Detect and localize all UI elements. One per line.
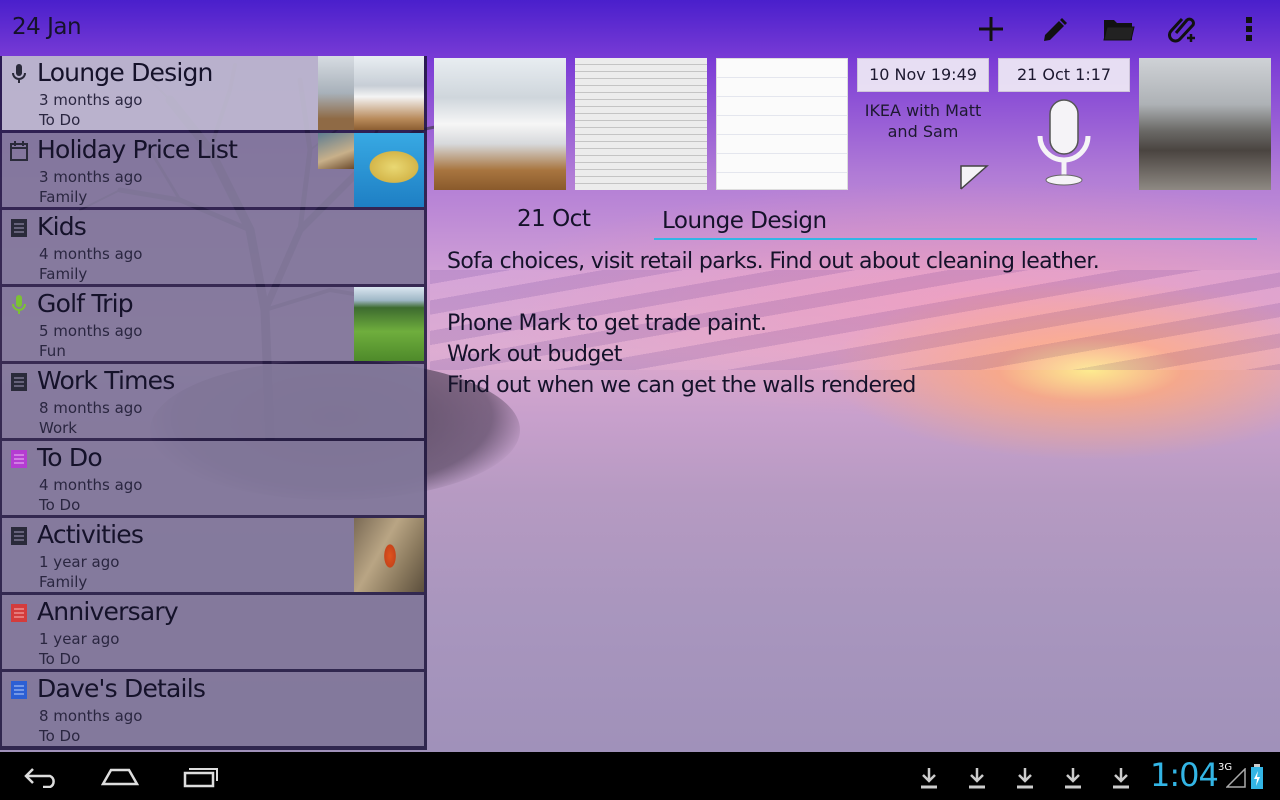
list-item-golf-trip[interactable]: Golf Trip 5 months ago Fun: [2, 287, 424, 361]
note-title-field[interactable]: [654, 204, 1257, 240]
note-category: Family: [39, 265, 88, 283]
folder-icon: [1103, 20, 1135, 41]
text-note-attachment[interactable]: 10 Nov 19:49 IKEA with Matt and Sam: [857, 58, 989, 190]
note-category: Family: [39, 573, 88, 591]
map-thumbnail-image: [354, 133, 424, 207]
plus-icon: [979, 17, 1003, 41]
note-age: 8 months ago: [39, 707, 143, 725]
attachment-timestamp: 10 Nov 19:49: [857, 58, 989, 92]
back-icon: [24, 768, 55, 788]
home-icon: [101, 768, 139, 786]
note-title: Holiday Price List: [37, 135, 238, 164]
note-body-editor[interactable]: Sofa choices, visit retail parks. Find o…: [447, 246, 1267, 401]
note-age: 4 months ago: [39, 476, 143, 494]
note-category: Work: [39, 419, 77, 437]
text-note-icon: [11, 604, 27, 622]
text-note-icon: [11, 527, 27, 545]
note-category: To Do: [39, 727, 81, 745]
list-item-work-times[interactable]: Work Times 8 months ago Work: [2, 364, 424, 438]
download-icon: [1065, 768, 1081, 789]
note-category: To Do: [39, 650, 81, 668]
note-body-line: Phone Mark to get trade paint.: [447, 311, 767, 336]
action-bar: 24 Jan: [0, 0, 1280, 56]
list-item-activities[interactable]: Activities 1 year ago Family: [2, 518, 424, 592]
note-age: 8 months ago: [39, 399, 143, 417]
note-age: 3 months ago: [39, 168, 143, 186]
note-category: Family: [39, 188, 88, 206]
download-icon: [1113, 768, 1129, 789]
note-title: Kids: [37, 212, 87, 241]
note-title: Work Times: [37, 366, 175, 395]
note-age: 1 year ago: [39, 630, 120, 648]
note-body-line: Work out budget: [447, 342, 622, 367]
battery-charging-icon: [1251, 764, 1263, 789]
signal-icon: [1226, 768, 1246, 788]
recent-apps-button[interactable]: [182, 762, 220, 792]
lounge-photo-attachment[interactable]: [1139, 58, 1271, 190]
receipt-photo-attachment[interactable]: [575, 58, 707, 190]
paperclip-add-icon: [1168, 17, 1195, 43]
home-button[interactable]: [100, 762, 140, 792]
golf-course-thumbnail: [354, 287, 424, 361]
list-item-lounge-design[interactable]: Lounge Design 3 months ago To Do: [2, 56, 424, 130]
attachment-caption: IKEA with Matt and Sam: [864, 101, 982, 141]
attachment-timestamp: 21 Oct 1:17: [998, 58, 1130, 92]
calendar-icon: [10, 141, 28, 161]
note-category: To Do: [39, 496, 81, 514]
attachments-strip: 10 Nov 19:49 IKEA with Matt and Sam 21 O…: [430, 56, 1280, 196]
download-icon: [1017, 768, 1033, 789]
notes-list: Lounge Design 3 months ago To Do Holiday…: [0, 56, 427, 750]
list-item-kids[interactable]: Kids 4 months ago Family: [2, 210, 424, 284]
note-body-line: Sofa choices, visit retail parks. Find o…: [447, 249, 1100, 274]
list-item-to-do[interactable]: To Do 4 months ago To Do: [2, 441, 424, 515]
note-date: 21 Oct: [517, 206, 591, 232]
system-navigation-bar: 1:04 3G: [0, 752, 1280, 800]
microphone-icon: [1037, 99, 1091, 186]
note-title: Lounge Design: [37, 58, 213, 87]
kitchen-photo-attachment[interactable]: [434, 58, 566, 190]
note-age: 3 months ago: [39, 91, 143, 109]
thumbnail-image: [318, 133, 354, 169]
note-age: 5 months ago: [39, 322, 143, 340]
list-item-daves-details[interactable]: Dave's Details 8 months ago To Do: [2, 672, 424, 746]
note-body-line: [447, 277, 1267, 308]
overflow-menu-button[interactable]: [1232, 12, 1266, 46]
edit-button[interactable]: [1038, 12, 1072, 46]
note-body-line: Find out when we can get the walls rende…: [447, 373, 916, 398]
note-title: Activities: [37, 520, 144, 549]
add-note-button[interactable]: [974, 12, 1008, 46]
page-curl-icon: [960, 165, 989, 190]
note-title: Golf Trip: [37, 289, 134, 318]
attach-button[interactable]: [1166, 12, 1200, 46]
voice-recording-attachment[interactable]: 21 Oct 1:17: [998, 58, 1130, 190]
download-icon: [921, 768, 937, 789]
note-category: To Do: [39, 111, 81, 129]
price-list-attachment[interactable]: [716, 58, 848, 190]
download-icon: [969, 768, 985, 789]
list-item-holiday-price-list[interactable]: Holiday Price List 3 months ago Family: [2, 133, 424, 207]
text-note-icon: [11, 681, 27, 699]
text-note-icon: [11, 373, 27, 391]
note-age: 4 months ago: [39, 245, 143, 263]
back-button[interactable]: [22, 762, 60, 792]
status-clock: 1:04: [1150, 756, 1219, 794]
more-vert-icon: [1246, 17, 1252, 41]
note-title: Anniversary: [37, 597, 179, 626]
text-note-icon: [11, 450, 27, 468]
note-title: Dave's Details: [37, 674, 206, 703]
folder-button[interactable]: [1102, 12, 1136, 46]
recent-apps-icon: [183, 768, 218, 788]
microphone-icon: [12, 295, 26, 314]
text-note-icon: [11, 219, 27, 237]
list-item-anniversary[interactable]: Anniversary 1 year ago To Do: [2, 595, 424, 669]
note-category: Fun: [39, 342, 66, 360]
note-age: 1 year ago: [39, 553, 120, 571]
current-date: 24 Jan: [12, 14, 82, 40]
thumbnail-image: [354, 56, 424, 130]
microphone-icon: [12, 64, 26, 83]
climbing-thumbnail: [354, 518, 424, 592]
thumbnail-image: [318, 56, 354, 130]
pencil-icon: [1044, 18, 1067, 41]
note-title: To Do: [37, 443, 103, 472]
